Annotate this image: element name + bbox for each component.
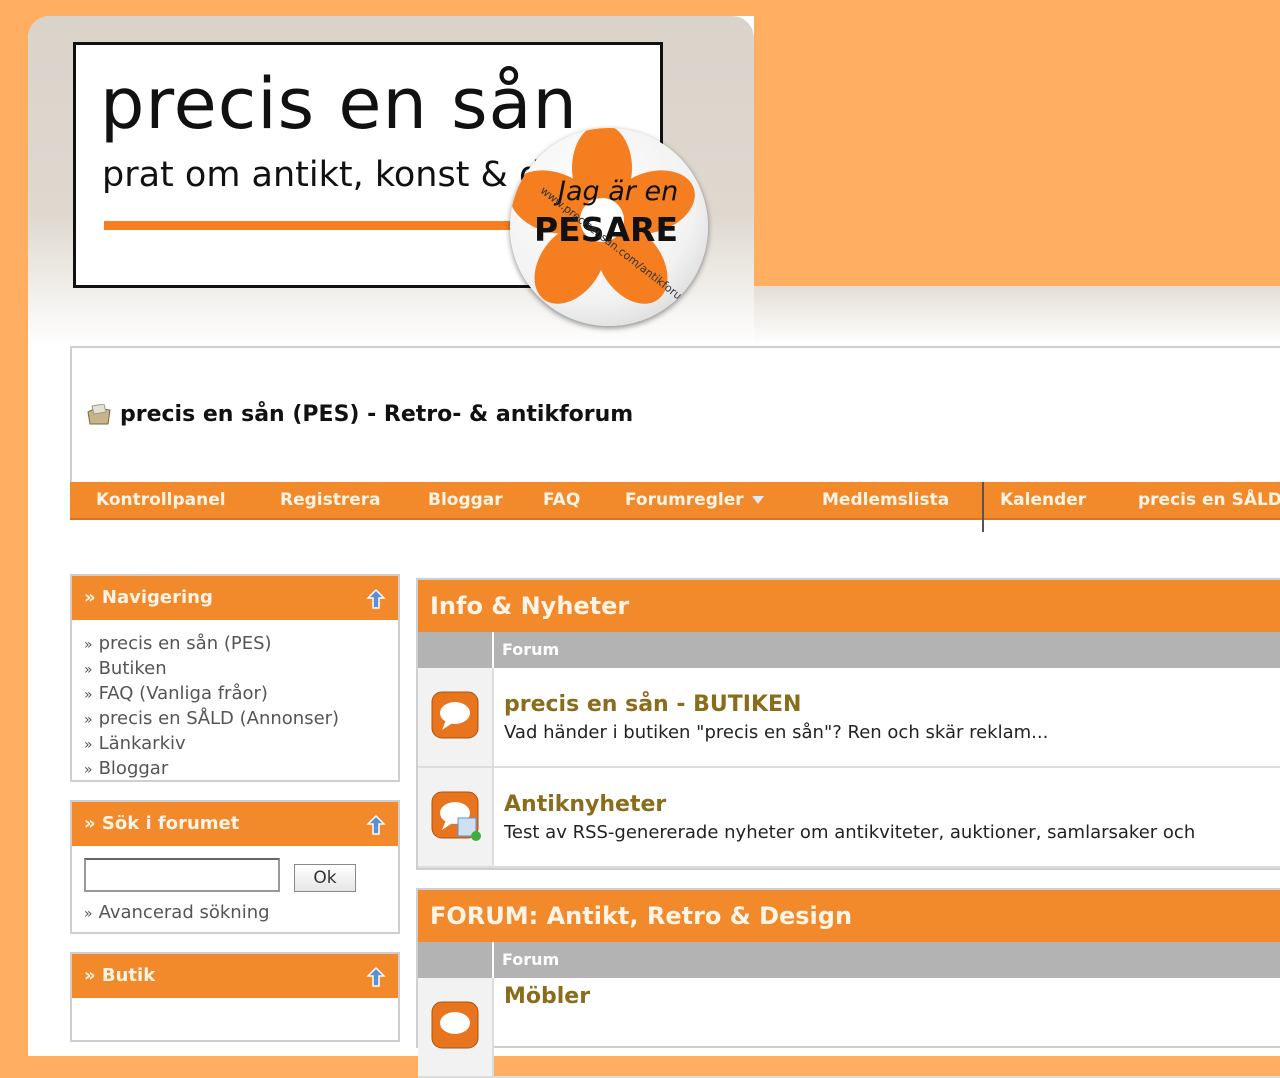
sidebar-navigation-title: » Navigering bbox=[84, 587, 213, 608]
nav-forumregler[interactable]: Forumregler bbox=[625, 490, 766, 510]
sidebar-navigation: » Navigering » precis en sån (PES) » Butik… bbox=[70, 574, 400, 782]
sidebar-item-butiken[interactable]: » Butiken bbox=[84, 657, 339, 682]
forum-name[interactable]: precis en sån - BUTIKEN bbox=[504, 692, 801, 717]
nav-faq[interactable]: FAQ bbox=[543, 490, 580, 510]
header-fade bbox=[754, 286, 1280, 346]
badge-text-line1: Jag är en bbox=[558, 176, 679, 207]
sidebar-navigation-header: » Navigering bbox=[72, 576, 398, 620]
nav-precis-en-sald[interactable]: precis en SÅLD bbox=[1138, 490, 1280, 510]
forum-column-header: Forum bbox=[418, 942, 1280, 978]
sidebar-item-bloggar[interactable]: » Bloggar bbox=[84, 757, 339, 782]
sidebar-item-faq[interactable]: » FAQ (Vanliga fråor) bbox=[84, 682, 339, 707]
sidebar-shop-header: » Butik bbox=[72, 954, 398, 998]
sidebar-navigation-list: » precis en sån (PES) » Butiken » FAQ (Vanl… bbox=[84, 632, 339, 782]
logo-underline bbox=[104, 221, 524, 230]
forum-category-header[interactable]: FORUM: Antikt, Retro & Design bbox=[418, 890, 1280, 942]
forum-name[interactable]: Antiknyheter bbox=[504, 792, 666, 817]
sidebar-search: » Sök i forumet Ok » Avancerad sökning bbox=[70, 800, 400, 934]
sidebar-search-title: » Sök i forumet bbox=[84, 813, 240, 834]
sidebar-item-sald[interactable]: » precis en SÅLD (Annonser) bbox=[84, 707, 339, 732]
forum-column-label: Forum bbox=[502, 950, 560, 969]
forum-category-title: FORUM: Antikt, Retro & Design bbox=[430, 902, 853, 930]
sidebar-shop: » Butik bbox=[70, 952, 400, 1042]
nav-registrera[interactable]: Registrera bbox=[280, 490, 381, 510]
forum-category-header[interactable]: Info & Nyheter bbox=[418, 580, 1280, 632]
sidebar-shop-title: » Butik bbox=[84, 965, 156, 986]
forum-column-header: Forum bbox=[418, 632, 1280, 668]
chevron-down-icon bbox=[751, 496, 764, 504]
forum-row[interactable]: precis en sån - BUTIKEN Vad händer i but… bbox=[418, 668, 1280, 768]
forum-category-antikt: FORUM: Antikt, Retro & Design Forum Möbl… bbox=[416, 888, 1280, 1078]
sidebar-item-pes[interactable]: » precis en sån (PES) bbox=[84, 632, 339, 657]
sidebar-item-lankarkiv[interactable]: » Länkarkiv bbox=[84, 732, 339, 757]
main-navbar: Kontrollpanel Registrera Bloggar FAQ For… bbox=[70, 482, 1280, 532]
forum-speech-icon bbox=[431, 1001, 479, 1049]
search-input[interactable] bbox=[84, 858, 280, 892]
page-title: precis en sån (PES) - Retro- & antikforu… bbox=[120, 402, 634, 427]
forum-category-title: Info & Nyheter bbox=[430, 592, 630, 620]
collapse-icon[interactable] bbox=[366, 966, 386, 988]
forum-speech-icon bbox=[431, 691, 479, 739]
nav-kalender[interactable]: Kalender bbox=[1000, 490, 1086, 510]
forum-name[interactable]: Möbler bbox=[504, 984, 590, 1009]
header-background bbox=[754, 0, 1280, 286]
nav-kontrollpanel[interactable]: Kontrollpanel bbox=[96, 490, 226, 510]
nav-forumregler-label: Forumregler bbox=[625, 490, 744, 510]
forum-row[interactable]: Antiknyheter Test av RSS-genererade nyhe… bbox=[418, 768, 1280, 868]
title-box: precis en sån (PES) - Retro- & antikforu… bbox=[70, 346, 1280, 484]
folder-icon bbox=[87, 404, 111, 425]
logo-title: precis en sån bbox=[100, 63, 578, 145]
forum-description: Test av RSS-genererade nyheter om antikv… bbox=[504, 822, 1196, 843]
forum-rss-speech-icon bbox=[431, 791, 481, 841]
advanced-search-link[interactable]: » Avancerad sökning bbox=[84, 902, 270, 923]
collapse-icon[interactable] bbox=[366, 588, 386, 610]
nav-medlemslista[interactable]: Medlemslista bbox=[822, 490, 949, 510]
collapse-icon[interactable] bbox=[366, 814, 386, 836]
search-ok-button[interactable]: Ok bbox=[294, 864, 356, 892]
sidebar-search-header: » Sök i forumet bbox=[72, 802, 398, 846]
forum-row[interactable]: Möbler bbox=[418, 978, 1280, 1078]
pesare-badge: Jag är en PESARE www.precisensan.com/ant… bbox=[510, 128, 708, 326]
forum-column-label: Forum bbox=[502, 640, 560, 659]
logo-subtitle: prat om antikt, konst & d bbox=[102, 155, 542, 195]
nav-separator bbox=[982, 482, 984, 532]
nav-bloggar[interactable]: Bloggar bbox=[428, 490, 503, 510]
forum-description: Vad händer i butiken "precis en sån"? Re… bbox=[504, 722, 1049, 743]
forum-category-info: Info & Nyheter Forum precis en sån - BUT… bbox=[416, 578, 1280, 870]
